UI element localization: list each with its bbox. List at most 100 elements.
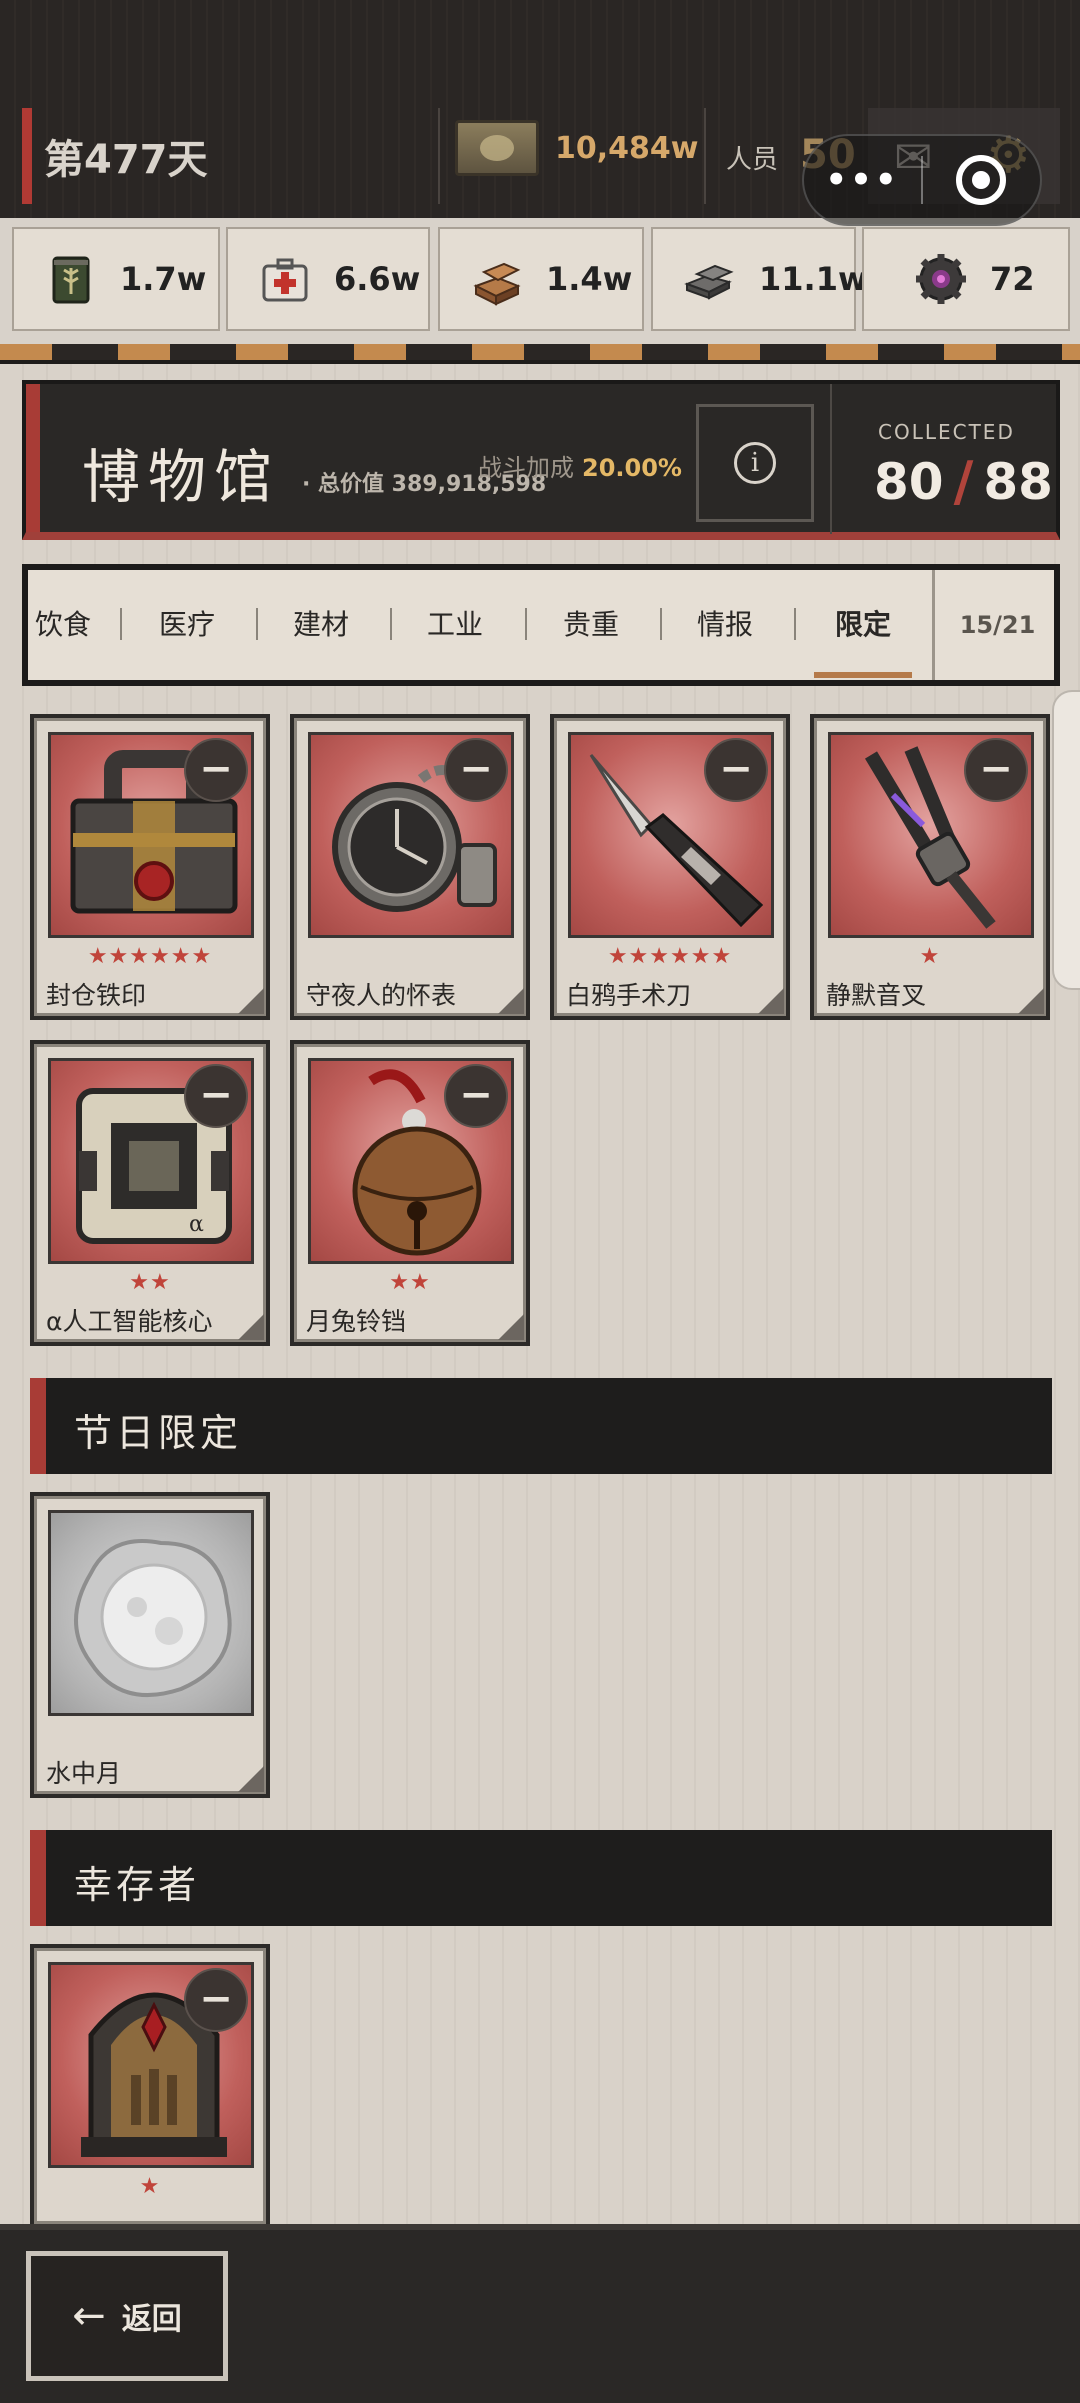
card-corner: [238, 1766, 264, 1792]
tab-limited[interactable]: 限定: [814, 570, 912, 680]
resource-medical[interactable]: 6.6w: [226, 227, 430, 331]
grain-can-icon: [44, 252, 98, 306]
count-slash: /: [953, 450, 974, 513]
tab-separator: [390, 608, 392, 640]
gear-chip-icon: [914, 252, 968, 306]
side-drawer-handle[interactable]: [1052, 690, 1080, 990]
collected-count: 80 / 88: [874, 450, 1053, 513]
section-title: 节日限定: [74, 1411, 243, 1455]
day-accent-bar: [22, 108, 32, 204]
item-name: α人工智能核心: [46, 1307, 213, 1336]
item-name: 月兔铃铛: [306, 1307, 407, 1336]
card-corner: [1018, 988, 1044, 1014]
resource-building[interactable]: 1.4w: [438, 227, 644, 331]
rarity-stars: ★: [919, 944, 941, 969]
tab-separator: [660, 608, 662, 640]
remove-item-button[interactable]: −: [444, 738, 508, 802]
money-value: 10,484w: [555, 130, 699, 166]
bricks-icon: [470, 252, 524, 306]
resource-value: 72: [990, 260, 1035, 298]
item-name: 守夜人的怀表: [306, 981, 457, 1010]
museum-title: 博物馆: [82, 443, 281, 511]
category-tabs: 饮食 医疗 建材 工业 贵重 情报 限定 15/21: [22, 564, 1060, 686]
remove-item-button[interactable]: −: [964, 738, 1028, 802]
collected-label: COLLECTED: [878, 420, 1015, 444]
tab-progress-count: 15/21: [932, 570, 1054, 680]
day-label: 第477天: [44, 137, 208, 183]
item-name: 白鸦手术刀: [566, 981, 692, 1010]
rarity-stars: ★★: [389, 1270, 431, 1295]
remove-item-button[interactable]: −: [704, 738, 768, 802]
rarity-stars: ★★★★★★: [87, 944, 213, 969]
resource-chip[interactable]: 72: [862, 227, 1070, 331]
section-header-survivor: 幸存者: [30, 1830, 1052, 1926]
header-accent: [26, 384, 40, 532]
resource-industry[interactable]: 11.1w: [651, 227, 868, 331]
close-miniprogram-button[interactable]: [923, 155, 1040, 205]
back-label: 返回: [121, 2302, 182, 2337]
resource-value: 1.4w: [546, 260, 633, 298]
more-options-icon[interactable]: •••: [804, 160, 921, 200]
collection-card[interactable]: − ★: [30, 1944, 270, 2224]
remove-item-button[interactable]: −: [184, 1968, 248, 2032]
remove-item-button[interactable]: −: [184, 1064, 248, 1128]
section-header-holiday: 节日限定: [30, 1378, 1052, 1474]
medkit-icon: [258, 252, 312, 306]
battle-bonus-value: 20.00%: [582, 454, 682, 482]
collection-card[interactable]: − ★★ 月兔铃铛: [290, 1040, 530, 1346]
card-corner: [758, 988, 784, 1014]
collection-card[interactable]: − ★★★★★★ 白鸦手术刀: [550, 714, 790, 1020]
back-arrow-icon: ←: [72, 2293, 106, 2339]
battle-bonus: 战斗加成 20.00%: [478, 448, 682, 483]
info-button[interactable]: i: [696, 404, 814, 522]
collection-card[interactable]: 水中月: [30, 1492, 270, 1798]
card-corner: [238, 988, 264, 1014]
tab-separator: [525, 608, 527, 640]
card-corner: [498, 988, 524, 1014]
tab-building[interactable]: 建材: [274, 570, 368, 680]
resource-value: 11.1w: [759, 260, 868, 298]
tab-medical[interactable]: 医疗: [140, 570, 234, 680]
museum-header: 博物馆 · 总价值 389,918,598 战斗加成 20.00% i COLLE…: [22, 380, 1060, 540]
resource-value: 6.6w: [334, 260, 421, 298]
remove-item-button[interactable]: −: [444, 1064, 508, 1128]
steel-ingot-icon: [683, 252, 737, 306]
cash-stack-icon: [455, 120, 539, 176]
header-divider: [830, 384, 832, 534]
collection-card[interactable]: − ★★★★★★ 封仓铁印: [30, 714, 270, 1020]
collected-value: 80: [874, 452, 944, 511]
info-icon: i: [734, 442, 776, 484]
section-accent: [30, 1830, 46, 1926]
card-corner: [498, 1314, 524, 1340]
collected-total: 88: [983, 452, 1053, 511]
collection-card[interactable]: α − ★★ α人工智能核心: [30, 1040, 270, 1346]
collection-card[interactable]: − ★ 静默音叉: [810, 714, 1050, 1020]
section-title: 幸存者: [74, 1863, 201, 1907]
tab-intel[interactable]: 情报: [678, 570, 772, 680]
tab-valuables[interactable]: 贵重: [544, 570, 638, 680]
resource-food[interactable]: 1.7w: [12, 227, 220, 331]
topbar-divider: [704, 108, 706, 204]
moon-in-water-icon: [48, 1510, 254, 1716]
back-button[interactable]: ← 返回: [26, 2251, 228, 2381]
topbar-divider: [438, 108, 440, 204]
rarity-stars: ★★: [129, 1270, 171, 1295]
day-counter: 第477天: [22, 108, 208, 204]
active-tab-indicator: [814, 672, 912, 678]
close-target-icon: [956, 155, 1007, 205]
miniprogram-capsule: •••: [802, 134, 1042, 226]
remove-item-button[interactable]: −: [184, 738, 248, 802]
collection-card[interactable]: − 守夜人的怀表: [290, 714, 530, 1020]
rarity-stars: ★: [139, 2174, 161, 2199]
tab-separator: [794, 608, 796, 640]
tab-separator: [256, 608, 258, 640]
resource-value: 1.7w: [120, 260, 207, 298]
tab-industry[interactable]: 工业: [408, 570, 502, 680]
rarity-stars: ★★★★★★: [607, 944, 733, 969]
svg-text:α: α: [189, 1212, 204, 1237]
hazard-stripe-divider: [0, 344, 1080, 364]
section-accent: [30, 1378, 46, 1474]
tab-food[interactable]: 饮食: [28, 570, 108, 680]
staff-label: 人员: [726, 145, 779, 175]
money-display: 10,484w: [455, 120, 698, 176]
